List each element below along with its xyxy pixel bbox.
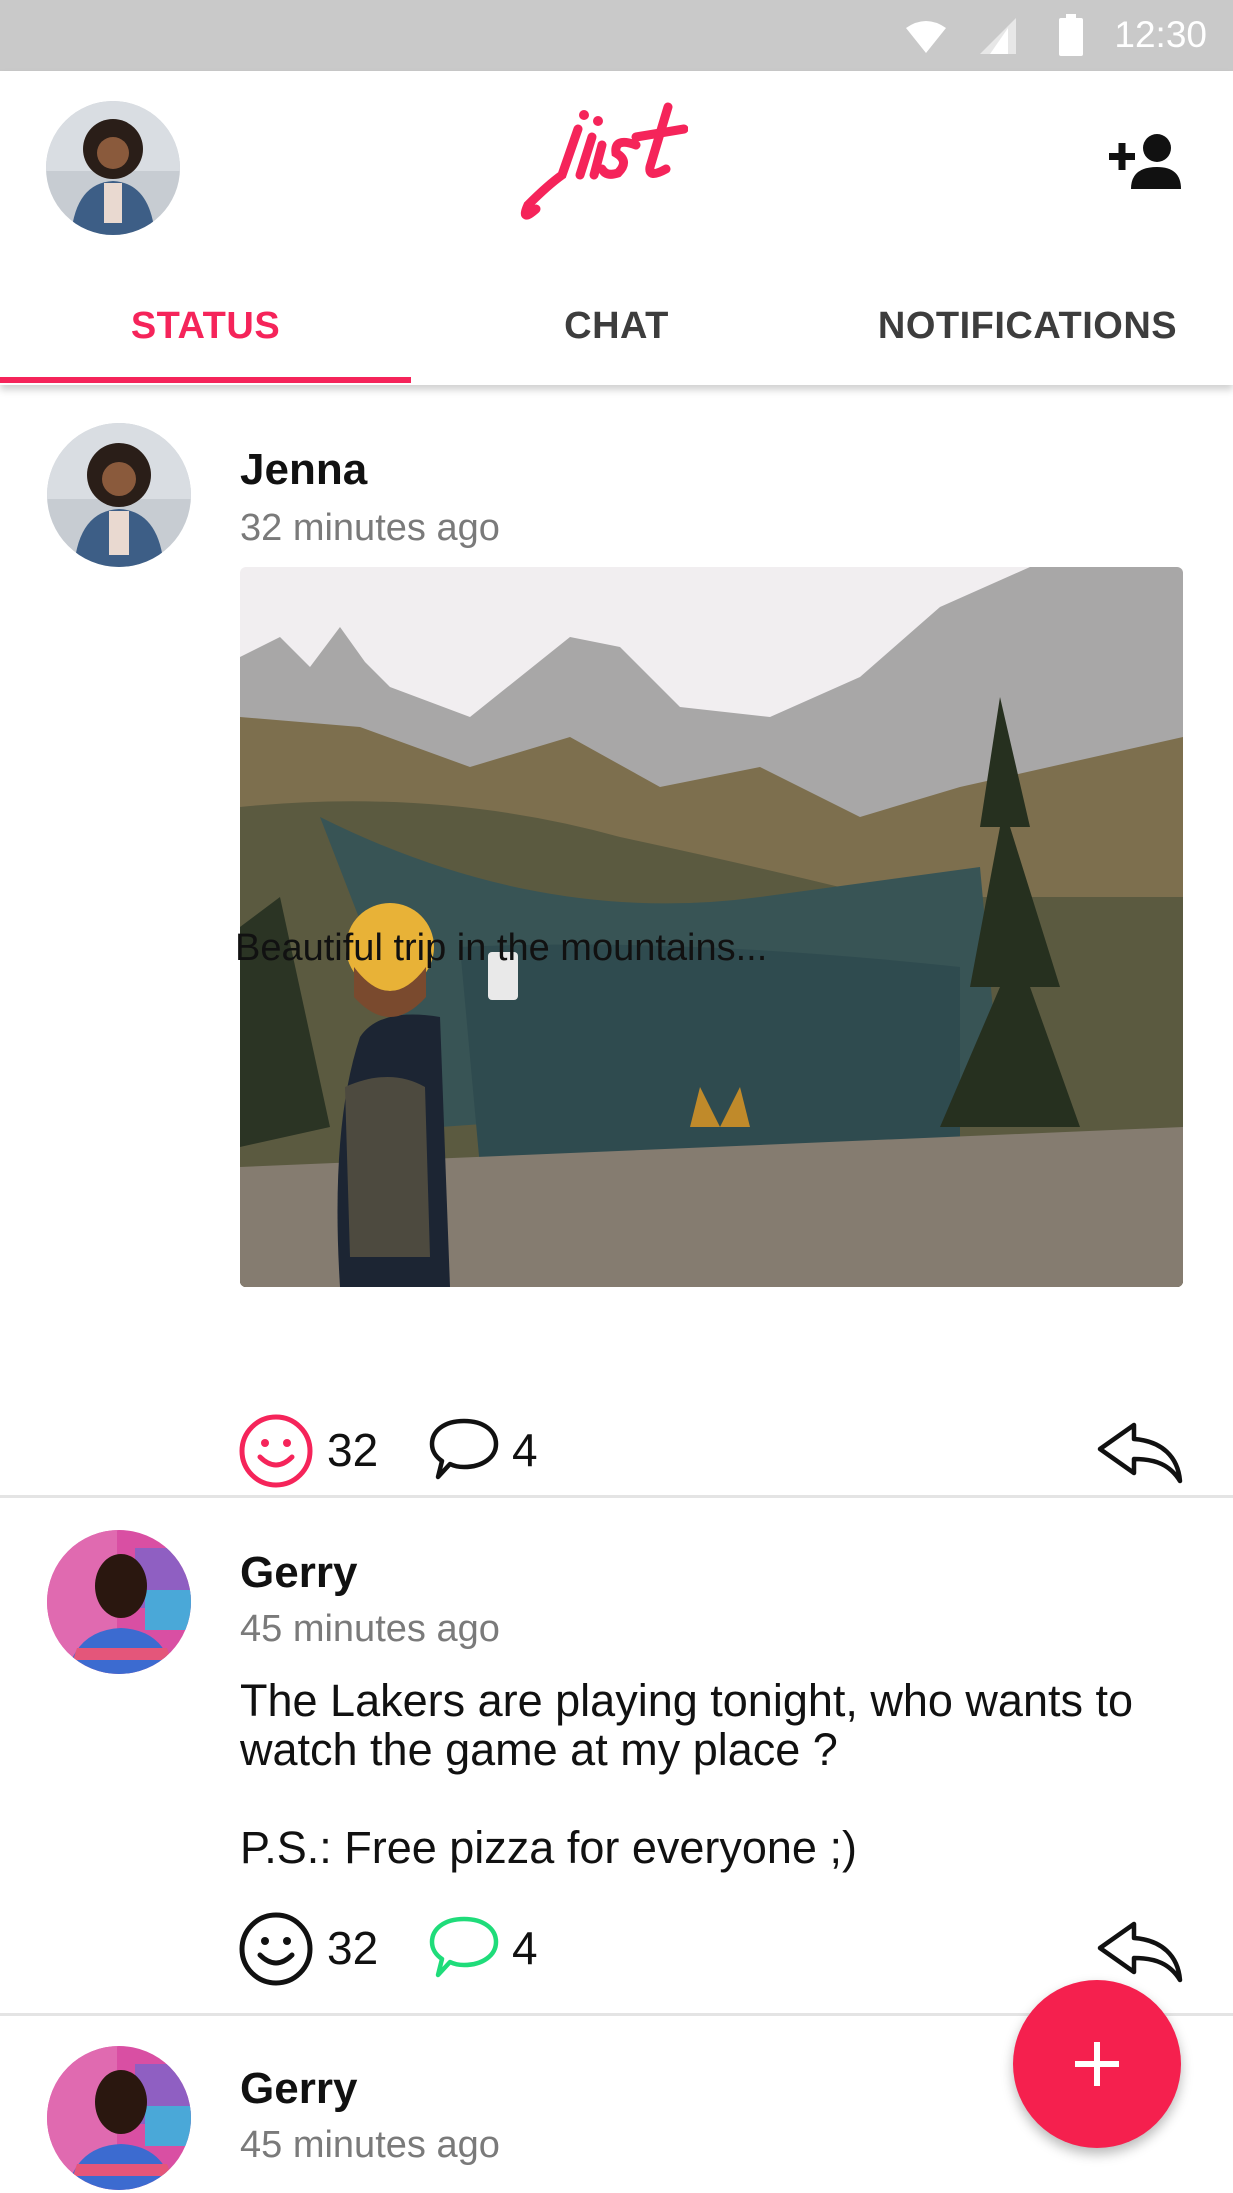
smile-icon[interactable]	[238, 1911, 314, 1987]
share-icon[interactable]	[1096, 1918, 1184, 1984]
avatar[interactable]	[47, 2046, 191, 2190]
comment-count: 4	[512, 1922, 538, 1974]
wifi-icon	[906, 21, 946, 53]
post-time: 45 minutes ago	[240, 1608, 500, 1650]
plus-icon	[1075, 2042, 1119, 2086]
profile-avatar[interactable]	[46, 101, 180, 235]
avatar[interactable]	[47, 1530, 191, 1674]
status-bar: 12:30	[0, 0, 1233, 71]
signal-icon	[980, 18, 1016, 54]
comment-count: 4	[512, 1424, 538, 1476]
like-count: 32	[327, 1424, 379, 1476]
smile-icon[interactable]	[238, 1413, 314, 1489]
post-text: The Lakers are playing tonight, who want…	[240, 1675, 1134, 1873]
post-author: Gerry	[240, 2064, 358, 2113]
comment-icon[interactable]	[428, 1417, 500, 1481]
jist-logo	[520, 102, 688, 220]
divider	[0, 1495, 1233, 1498]
tab-status[interactable]: STATUS	[0, 271, 411, 381]
comment-icon[interactable]	[428, 1915, 500, 1979]
tab-notifications[interactable]: NOTIFICATIONS	[822, 271, 1233, 381]
share-icon[interactable]	[1096, 1419, 1184, 1485]
tab-indicator	[0, 377, 411, 383]
post-caption: Beautiful trip in the mountains...	[235, 927, 768, 969]
tab-chat[interactable]: CHAT	[411, 271, 822, 381]
like-count: 32	[327, 1922, 379, 1974]
app-bar: STATUS CHAT NOTIFICATIONS	[0, 71, 1233, 385]
post-author: Gerry	[240, 1548, 358, 1597]
post-time: 45 minutes ago	[240, 2124, 500, 2166]
status-time: 12:30	[1114, 14, 1207, 55]
compose-fab[interactable]	[1013, 1980, 1181, 2148]
post-author: Jenna	[240, 445, 368, 494]
battery-icon	[1059, 14, 1083, 56]
post-time: 32 minutes ago	[240, 507, 500, 549]
add-person-icon[interactable]	[1105, 131, 1181, 191]
tab-bar: STATUS CHAT NOTIFICATIONS	[0, 271, 1233, 385]
avatar[interactable]	[47, 423, 191, 567]
